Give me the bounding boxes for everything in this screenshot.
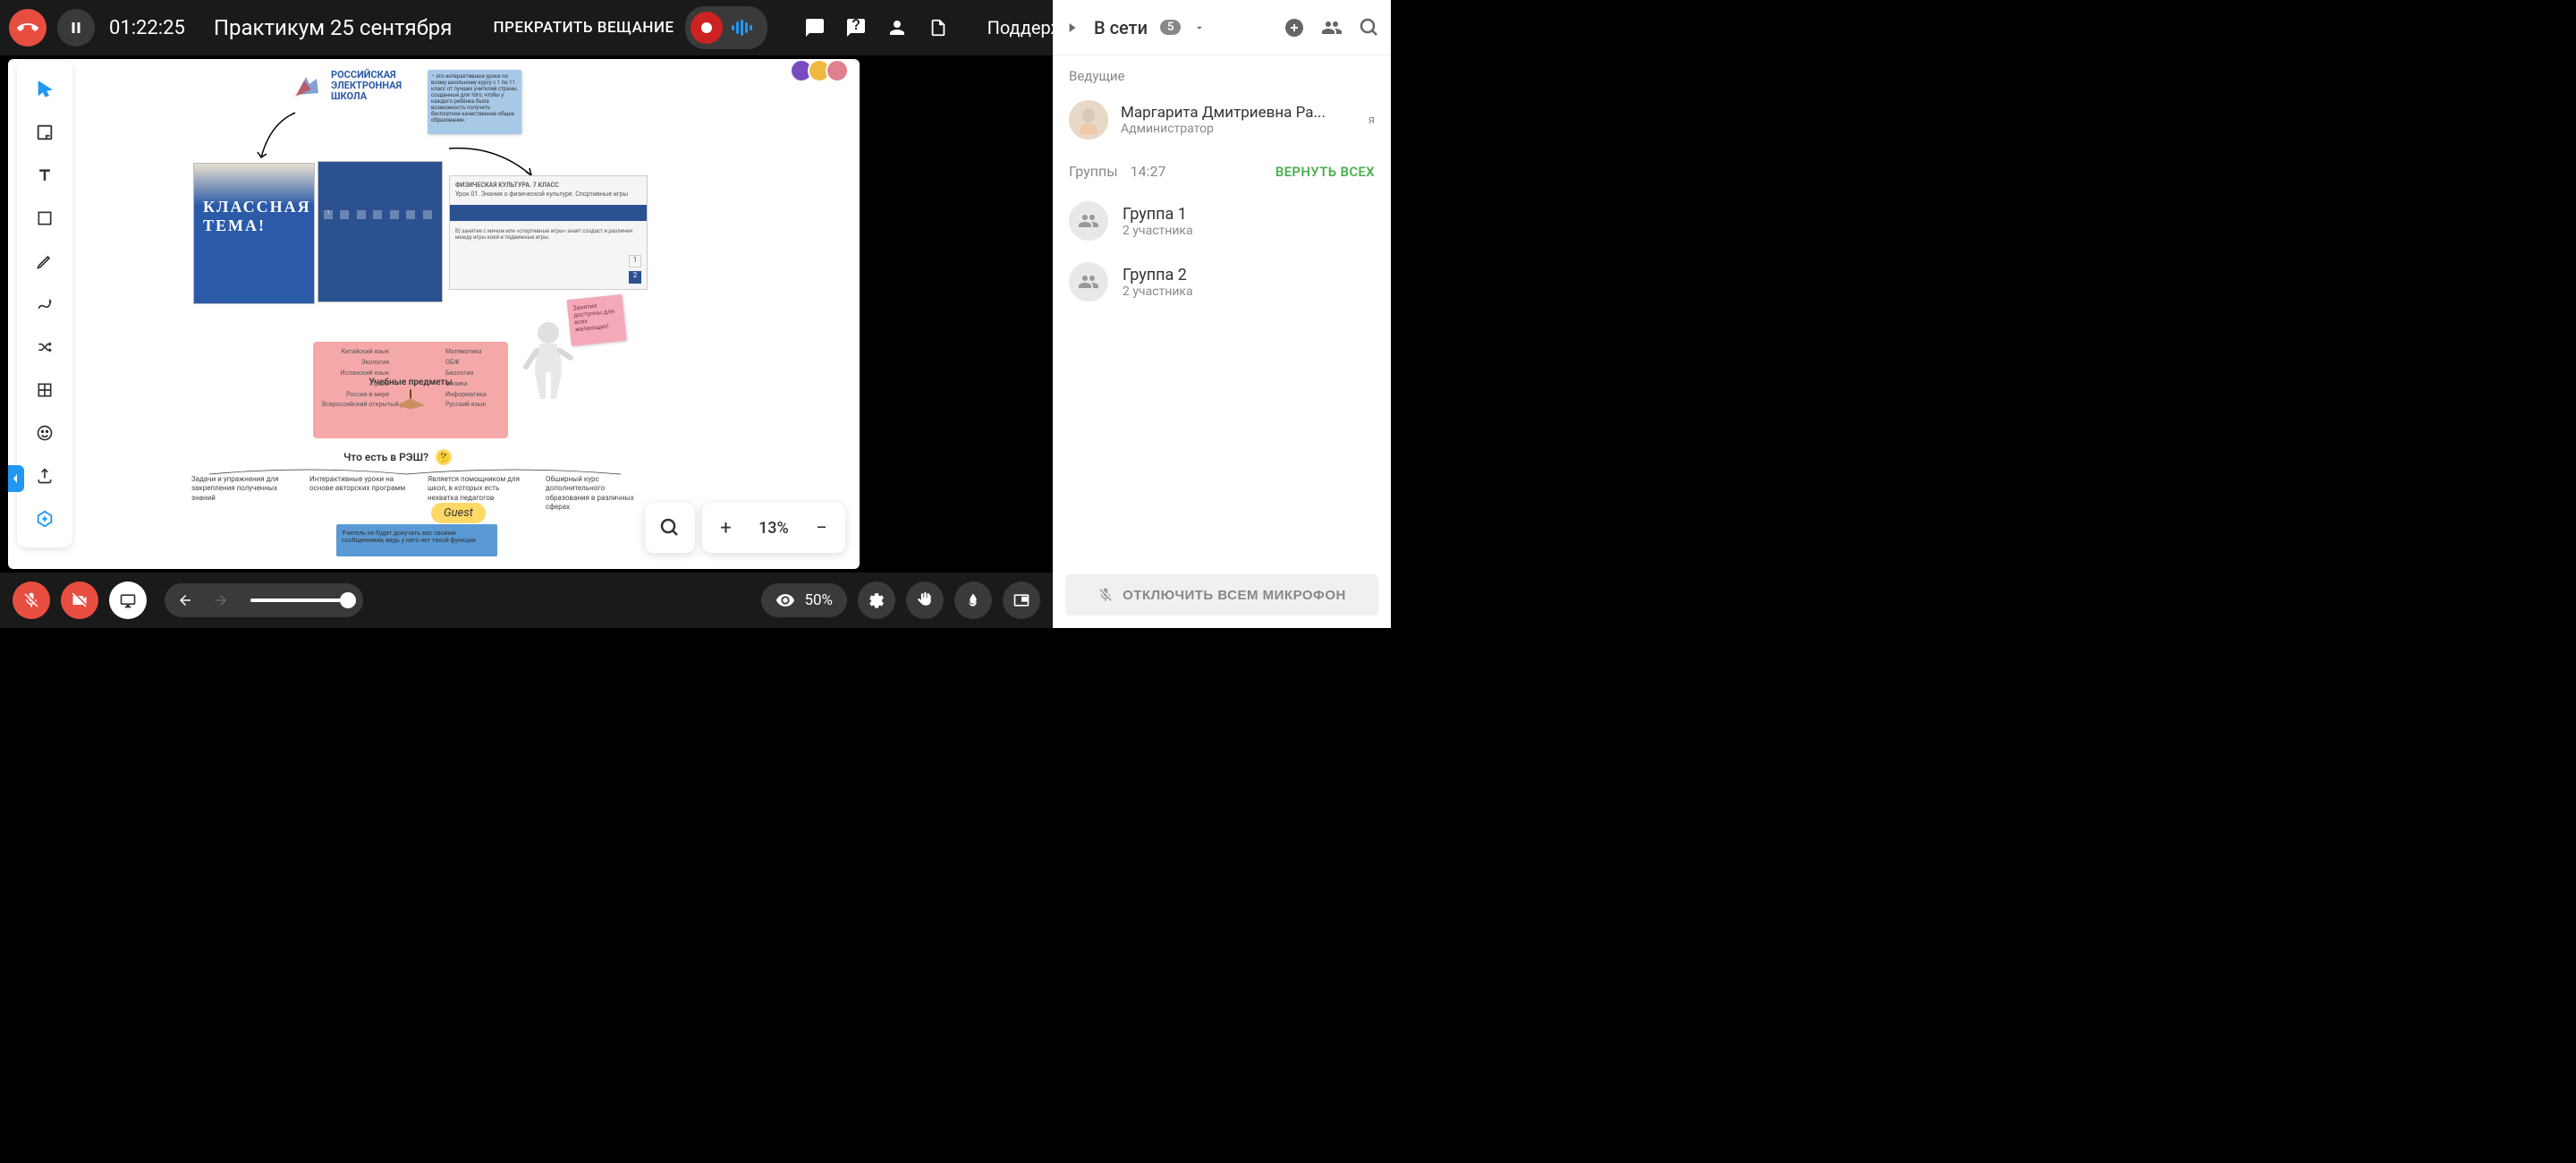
hangup-button[interactable] [9,9,47,47]
raise-hand-button[interactable] [906,582,944,619]
groups-time: 14:27 [1131,163,1166,180]
reactions-button[interactable] [954,582,992,619]
zoom-in-button[interactable]: + [711,517,740,539]
page-prev-button[interactable] [174,589,197,612]
resh-description-note: – это интерактивные уроки по всему школь… [428,70,521,134]
avatar [1069,100,1108,140]
group-name: Группа 2 [1123,266,1193,284]
group-icon [1069,262,1108,301]
subjects-box: Китайский язык Экология Испанский язык П… [313,342,508,438]
group-count: 2 участника [1123,284,1193,299]
chevron-down-icon[interactable] [1193,21,1206,34]
whiteboard-toolbar [17,61,72,548]
return-all-button[interactable]: ВЕРНУТЬ ВСЕХ [1275,164,1375,180]
page-slider[interactable] [250,598,349,602]
wb-tool-upload[interactable] [25,456,64,496]
group-count: 2 участника [1123,224,1193,238]
whats-in-resh-title: Что есть в РЭШ? 🤔 [343,449,452,465]
session-timer: 01:22:25 [109,17,185,39]
feature-columns: Задачи и упражнения для закрепления полу… [191,475,648,513]
online-count-badge: 5 [1160,20,1181,35]
page-nav [165,583,363,617]
whiteboard-container: РОССИЙСКАЯ ЭЛЕКТРОННАЯ ШКОЛА – это интер… [0,55,863,571]
bottombar: 50% [0,573,1053,628]
resh-title-text: РОССИЙСКАЯ ЭЛЕКТРОННАЯ ШКОЛА [331,70,402,102]
zoom-controls: + 13% − [702,503,845,553]
audio-wave-icon [726,12,758,44]
hosts-section-label: Ведущие [1053,55,1391,93]
group-icon [1069,201,1108,241]
page-next-button[interactable] [209,589,233,612]
wb-participant-avatars[interactable] [795,59,849,82]
participants-icon[interactable] [1321,17,1343,38]
avatar [826,59,849,82]
zoom-out-button[interactable]: − [807,517,836,539]
groups-label: Группы [1069,163,1118,180]
camera-toggle-button[interactable] [61,582,98,619]
host-user-row[interactable]: Маргарита Дмитриевна Ра... Администратор… [1053,93,1391,147]
stop-broadcast-button[interactable]: ПРЕКРАТИТЬ ВЕЩАНИЕ [493,19,674,37]
wb-tool-curve[interactable] [25,284,64,324]
wb-tool-add-page[interactable] [25,499,64,539]
thumbnail-lesson: ФИЗИЧЕСКАЯ КУЛЬТУРА. 7 КЛАСС Урок 01. Зн… [449,175,648,290]
group-row[interactable]: Группа 2 2 участника [1053,251,1391,312]
collapse-sidebar-button[interactable] [1063,19,1081,37]
wb-tool-rect[interactable] [25,199,64,238]
thinking-emoji-icon: 🤔 [436,449,452,465]
pause-button[interactable] [57,9,95,47]
user-name: Маргарита Дмитриевна Ра... [1121,104,1356,122]
pink-note: Занятия доступны для всех желающих! [566,294,626,346]
whiteboard[interactable]: РОССИЙСКАЯ ЭЛЕКТРОННАЯ ШКОЛА – это интер… [8,59,860,569]
group-name: Группа 1 [1123,205,1193,224]
search-icon[interactable] [1359,17,1380,38]
document-icon[interactable] [927,16,950,39]
chat-icon[interactable] [803,16,826,39]
wb-tool-emoji[interactable] [25,413,64,453]
thumbnail-calendar: 1 [318,161,443,302]
participants-sidebar: В сети 5 Ведущие Маргарита Дмитриевна Ра… [1053,0,1391,628]
screen-share-button[interactable] [109,582,147,619]
collapse-toolbar-button[interactable] [8,465,24,492]
wb-tool-text[interactable] [25,156,64,195]
me-indicator: я [1368,114,1375,127]
layout-button[interactable] [1003,582,1040,619]
session-title: Практикум 25 сентября [214,15,453,40]
online-label: В сети [1094,17,1148,38]
gear-button[interactable] [858,582,895,619]
zoom-level: 13% [758,519,789,538]
user-role: Администратор [1121,122,1356,136]
wb-tool-sticky[interactable] [25,113,64,152]
mute-all-button[interactable]: ОТКЛЮЧИТЬ ВСЕМ МИКРОФОН [1065,574,1378,615]
wb-tool-pointer[interactable] [25,70,64,109]
mic-toggle-button[interactable] [13,582,50,619]
thumbnail-klassnaya-tema: КЛАССНАЯ ТЕМА! [193,163,315,304]
sidebar-header: В сети 5 [1053,0,1391,55]
topbar-icon-group [803,16,950,39]
zoom-search-button[interactable] [645,503,695,553]
recording-indicator[interactable] [685,6,767,49]
teacher-note-strip: Учитель не будет докучать вас своими соо… [336,524,497,556]
figure-3d-icon [522,318,574,412]
groups-header-row: Группы 14:27 ВЕРНУТЬ ВСЕХ [1053,147,1391,191]
wb-tool-grid[interactable] [25,370,64,410]
people-icon[interactable] [886,16,909,39]
group-row[interactable]: Группа 1 2 участника [1053,191,1391,251]
help-chat-icon[interactable] [844,16,868,39]
whiteboard-content: РОССИЙСКАЯ ЭЛЕКТРОННАЯ ШКОЛА – это интер… [84,75,842,551]
record-icon [691,12,723,44]
resh-logo: РОССИЙСКАЯ ЭЛЕКТРОННАЯ ШКОЛА [292,70,402,102]
add-participant-button[interactable] [1284,17,1305,38]
guest-cursor-badge: Guest [431,503,486,523]
view-percentage[interactable]: 50% [761,583,847,617]
wb-tool-shuffle[interactable] [25,327,64,367]
wb-tool-pencil[interactable] [25,242,64,281]
